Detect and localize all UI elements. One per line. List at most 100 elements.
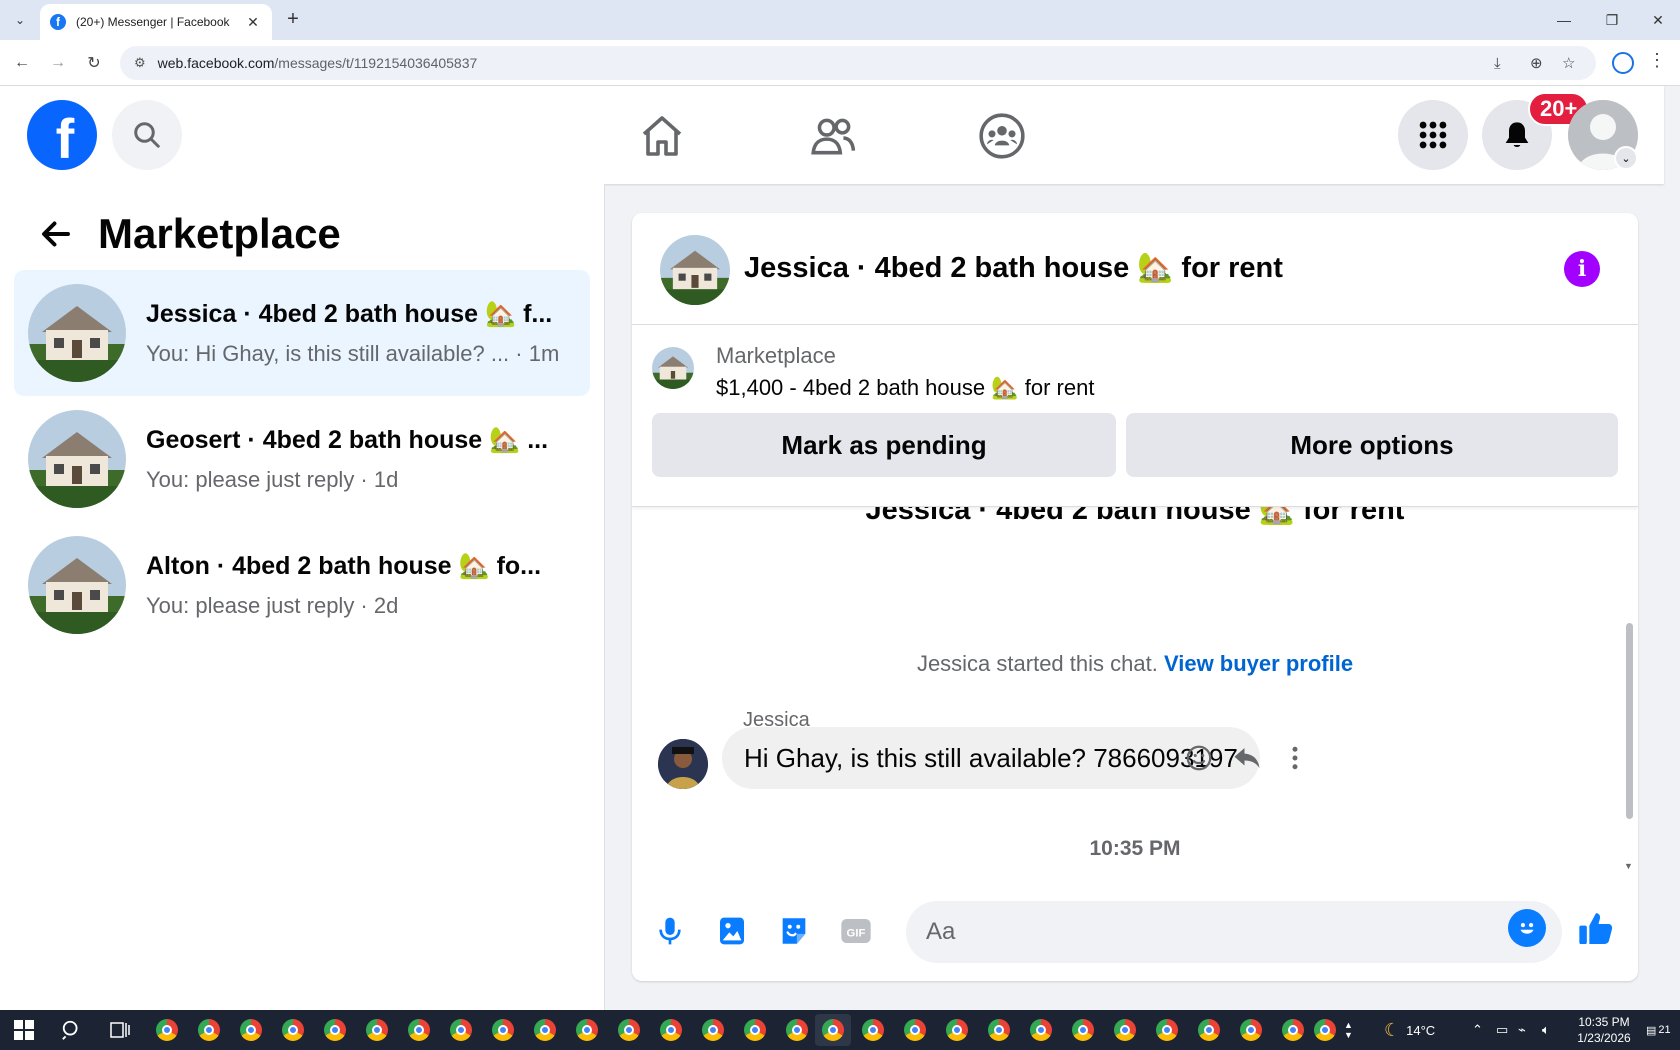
taskbar-chrome-icon[interactable] bbox=[983, 1014, 1015, 1046]
taskbar-chrome-icon-active[interactable] bbox=[815, 1014, 851, 1046]
svg-text:GIF: GIF bbox=[847, 927, 866, 939]
friends-nav-button[interactable] bbox=[805, 108, 861, 164]
message-input[interactable]: Aa bbox=[906, 901, 1562, 963]
browser-tab-strip: ⌄ f (20+) Messenger | Facebook ✕ + — ❐ ✕ bbox=[0, 0, 1680, 40]
install-app-icon[interactable]: ⤓ bbox=[1494, 46, 1501, 80]
address-bar[interactable]: ⚙ web.facebook.com/messages/t/1192154036… bbox=[120, 46, 1596, 80]
facebook-header: f 20+ ⌄ bbox=[0, 86, 1664, 184]
window-close-icon[interactable]: ✕ bbox=[1634, 0, 1680, 40]
browser-menu-icon[interactable]: ⋮ bbox=[1648, 50, 1666, 71]
menu-button[interactable] bbox=[1398, 100, 1468, 170]
scrollbar-thumb[interactable] bbox=[1626, 623, 1633, 819]
sticker-icon[interactable] bbox=[774, 911, 814, 951]
taskbar-chrome-icon[interactable] bbox=[697, 1014, 729, 1046]
chat-title[interactable]: Jessica · 4bed 2 bath house 🏡 for rent bbox=[744, 251, 1283, 285]
more-options-button[interactable]: More options bbox=[1126, 413, 1618, 477]
taskbar-chrome-icon[interactable] bbox=[571, 1014, 603, 1046]
taskbar-chrome-icon[interactable] bbox=[529, 1014, 561, 1046]
taskbar-chrome-icon[interactable] bbox=[941, 1014, 973, 1046]
taskbar-chrome-icon[interactable] bbox=[739, 1014, 771, 1046]
tray-device-icon[interactable]: ▭ bbox=[1496, 1010, 1508, 1050]
forward-icon[interactable]: → bbox=[46, 51, 70, 75]
task-view-icon[interactable] bbox=[104, 1014, 136, 1046]
taskbar-chrome-icon[interactable] bbox=[1025, 1014, 1057, 1046]
conversation-item[interactable]: Jessica · 4bed 2 bath house 🏡 f... You: … bbox=[14, 270, 590, 396]
search-icon bbox=[134, 122, 160, 148]
taskbar-chrome-icon[interactable] bbox=[1193, 1014, 1225, 1046]
scroll-down-arrow-icon[interactable]: ▼ bbox=[1624, 861, 1633, 871]
chat-panel: Jessica · 4bed 2 bath house 🏡 for rent i… bbox=[632, 213, 1638, 981]
network-icon[interactable]: ⌁ bbox=[1518, 1010, 1526, 1050]
browser-profile-icon[interactable] bbox=[1612, 52, 1634, 74]
conversation-title: Alton · 4bed 2 bath house 🏡 fo... bbox=[146, 551, 542, 580]
taskbar-chrome-icon[interactable] bbox=[487, 1014, 519, 1046]
info-icon[interactable]: i bbox=[1564, 251, 1600, 287]
conversation-item[interactable]: Geosert · 4bed 2 bath house 🏡 ... You: p… bbox=[14, 396, 590, 522]
taskbar-search-icon[interactable] bbox=[56, 1014, 88, 1046]
groups-nav-button[interactable] bbox=[974, 108, 1030, 164]
restore-icon[interactable]: ❐ bbox=[1588, 0, 1636, 40]
taskbar-chrome-icon[interactable] bbox=[899, 1014, 931, 1046]
notification-count: 21 bbox=[1658, 1024, 1671, 1036]
bookmark-star-icon[interactable]: ☆ bbox=[1562, 46, 1575, 80]
taskbar-chrome-icon[interactable] bbox=[655, 1014, 687, 1046]
listing-card-thumbnail[interactable] bbox=[652, 347, 694, 389]
reply-icon[interactable] bbox=[1228, 739, 1266, 777]
taskbar-chrome-icon[interactable] bbox=[361, 1014, 393, 1046]
reload-icon[interactable]: ↻ bbox=[82, 51, 106, 75]
mark-as-pending-button[interactable]: Mark as pending bbox=[652, 413, 1116, 477]
back-arrow-icon[interactable] bbox=[36, 214, 76, 254]
taskbar-chrome-icon[interactable] bbox=[781, 1014, 813, 1046]
new-tab-button[interactable]: + bbox=[280, 6, 306, 32]
chat-listing-thumbnail[interactable] bbox=[660, 235, 730, 305]
taskbar-chrome-icon[interactable] bbox=[151, 1014, 183, 1046]
taskbar-chrome-icon[interactable] bbox=[1067, 1014, 1099, 1046]
site-info-icon[interactable]: ⚙ bbox=[134, 55, 146, 71]
taskbar-chrome-icon[interactable] bbox=[445, 1014, 477, 1046]
photo-icon[interactable] bbox=[712, 911, 752, 951]
taskbar-chrome-icon[interactable] bbox=[193, 1014, 225, 1046]
thumbs-up-icon[interactable] bbox=[1576, 909, 1616, 949]
account-chevron-down-icon[interactable]: ⌄ bbox=[1614, 146, 1638, 170]
taskbar-chrome-icon[interactable] bbox=[613, 1014, 645, 1046]
search-button[interactable] bbox=[112, 100, 182, 170]
microphone-icon[interactable] bbox=[650, 911, 690, 951]
conversation-item[interactable]: Alton · 4bed 2 bath house 🏡 fo... You: p… bbox=[14, 522, 590, 648]
taskbar-chrome-icon[interactable] bbox=[403, 1014, 435, 1046]
gif-icon[interactable]: GIF bbox=[836, 911, 876, 951]
taskbar-chrome-icon[interactable] bbox=[1277, 1014, 1309, 1046]
home-nav-button[interactable] bbox=[634, 108, 690, 164]
notification-center-icon[interactable]: ▤ 21 bbox=[1646, 1010, 1671, 1050]
listing-title[interactable]: $1,400 - 4bed 2 bath house 🏡 for rent bbox=[716, 375, 1094, 401]
taskbar-scroll-icon[interactable]: ▲ ▼ bbox=[1344, 1010, 1353, 1050]
back-icon[interactable]: ← bbox=[10, 51, 34, 75]
taskbar-chrome-icon[interactable] bbox=[1309, 1014, 1341, 1046]
emoji-icon[interactable] bbox=[1508, 909, 1546, 947]
react-smiley-icon[interactable] bbox=[1180, 739, 1218, 777]
volume-icon[interactable]: 🔈︎ bbox=[1542, 1010, 1550, 1050]
weather-widget[interactable]: ☾ 14°C bbox=[1384, 1010, 1435, 1050]
message-scrollbar[interactable] bbox=[1624, 509, 1634, 885]
zoom-icon[interactable]: ⊕ bbox=[1530, 46, 1543, 80]
message-timestamp: 10:35 PM bbox=[1089, 837, 1181, 860]
taskbar-chrome-icon[interactable] bbox=[1151, 1014, 1183, 1046]
windows-start-icon[interactable] bbox=[8, 1014, 40, 1046]
tab-search-chevron-icon[interactable]: ⌄ bbox=[8, 8, 32, 32]
facebook-logo[interactable]: f bbox=[27, 100, 97, 170]
taskbar-chrome-icon[interactable] bbox=[235, 1014, 267, 1046]
taskbar-chrome-icon[interactable] bbox=[319, 1014, 351, 1046]
taskbar-chrome-icon[interactable] bbox=[1109, 1014, 1141, 1046]
message-more-icon[interactable] bbox=[1276, 739, 1314, 777]
browser-tab[interactable]: f (20+) Messenger | Facebook ✕ bbox=[40, 4, 272, 40]
sender-avatar[interactable] bbox=[658, 739, 708, 789]
minimize-icon[interactable]: — bbox=[1540, 0, 1588, 40]
tab-close-icon[interactable]: ✕ bbox=[244, 14, 262, 31]
taskbar-chrome-icon[interactable] bbox=[857, 1014, 889, 1046]
listing-thumbnail bbox=[28, 284, 126, 382]
tray-overflow-icon[interactable]: ⌃ bbox=[1472, 1010, 1483, 1050]
taskbar-clock[interactable]: 10:35 PM 1/23/2026 bbox=[1564, 1014, 1644, 1046]
taskbar-chrome-icon[interactable] bbox=[1235, 1014, 1267, 1046]
friends-icon bbox=[811, 118, 856, 155]
taskbar-chrome-icon[interactable] bbox=[277, 1014, 309, 1046]
view-buyer-profile-link[interactable]: View buyer profile bbox=[1164, 651, 1353, 676]
